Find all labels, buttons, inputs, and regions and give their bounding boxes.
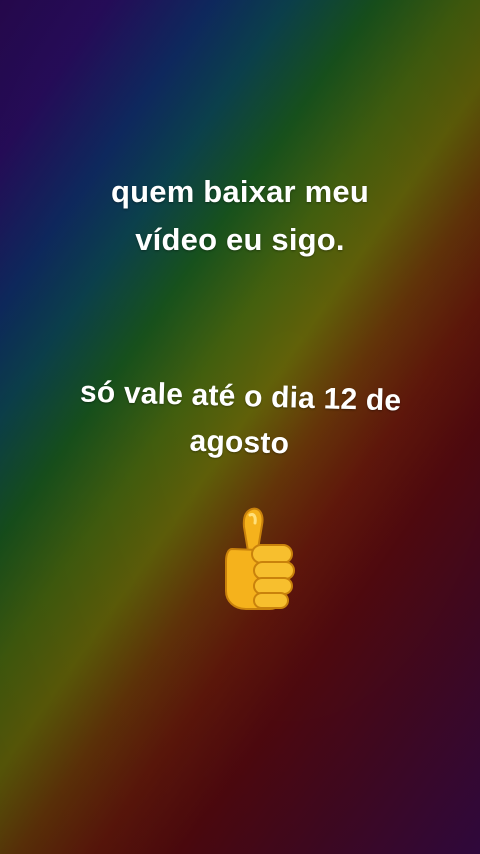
- thumbs-up-icon: [225, 507, 295, 610]
- caption-text-1: quem baixar meu vídeo eu sigo.: [40, 168, 440, 264]
- caption-line-1: quem baixar meu: [111, 174, 369, 209]
- caption-line-2: vídeo eu sigo.: [135, 222, 345, 257]
- caption-text-2: só vale até o dia 12 de agosto: [19, 368, 461, 472]
